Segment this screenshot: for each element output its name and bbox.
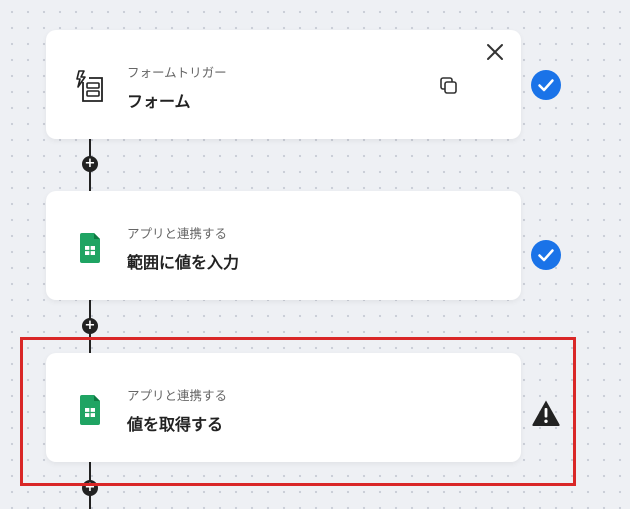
add-step-button[interactable]: + bbox=[82, 318, 98, 334]
close-icon[interactable] bbox=[485, 42, 505, 62]
copy-icon[interactable] bbox=[439, 76, 459, 96]
step-card-sheets-input[interactable]: アプリと連携する 範囲に値を入力 bbox=[46, 191, 521, 300]
check-icon bbox=[531, 70, 561, 100]
step-subtitle: フォームトリガー bbox=[127, 65, 227, 80]
step-title: フォーム bbox=[127, 92, 191, 111]
step-card-form-trigger[interactable]: フォームトリガー フォーム bbox=[46, 30, 521, 139]
check-icon bbox=[531, 240, 561, 270]
step-subtitle: アプリと連携する bbox=[127, 226, 228, 241]
form-trigger-icon bbox=[76, 70, 103, 102]
add-step-button[interactable]: + bbox=[82, 156, 98, 172]
google-sheets-icon bbox=[80, 233, 100, 263]
highlight-box bbox=[20, 337, 576, 486]
step-title: 範囲に値を入力 bbox=[127, 253, 240, 272]
